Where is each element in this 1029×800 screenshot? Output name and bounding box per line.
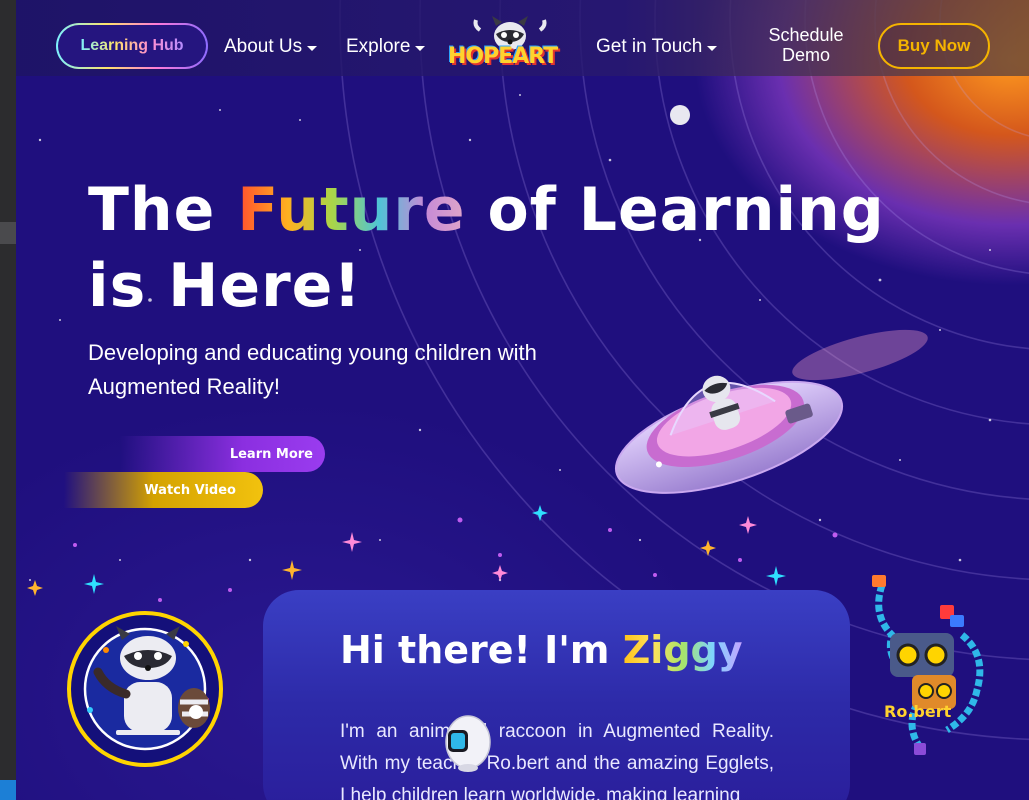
watch-video-button[interactable]: Watch Video	[64, 472, 263, 508]
schedule-line1: Schedule	[768, 25, 844, 45]
ziggy-avatar-badge[interactable]	[66, 610, 224, 768]
nav-about-label: About Us	[224, 36, 303, 57]
buy-now-button[interactable]: Buy Now	[878, 23, 990, 69]
hero-title-line2: is Here!	[88, 251, 362, 321]
watch-video-label: Watch Video	[144, 482, 236, 498]
hero-title-the: The	[88, 175, 216, 245]
learning-hub-button[interactable]: Learning Hub	[56, 23, 208, 69]
learning-hub-label: Learning Hub	[80, 37, 184, 54]
schedule-line2: Demo	[781, 45, 830, 65]
hero-subtitle: Developing and educating young children …	[88, 340, 537, 399]
hopeart-logo[interactable]: HOPEART	[446, 14, 578, 74]
learn-more-label: Learn More	[229, 446, 313, 462]
schedule-demo-link[interactable]: Schedule Demo	[756, 25, 856, 65]
caret-down-icon	[415, 45, 426, 51]
ziggy-title-prefix: Hi there! I'm	[340, 628, 610, 672]
caret-down-icon	[307, 45, 318, 51]
nav-explore[interactable]: Explore	[346, 36, 426, 58]
robert-label: Ro.bert	[884, 702, 952, 721]
nav-get-in-touch-label: Get in Touch	[596, 36, 703, 57]
ziggy-name: Ziggy	[622, 628, 743, 672]
robert-robot-illustration	[872, 575, 984, 755]
nav-about-us[interactable]: About Us	[224, 36, 318, 58]
ziggy-card-title: Hi there! I'm Ziggy	[340, 628, 743, 672]
egglet-robot-icon	[445, 715, 491, 772]
nav-explore-label: Explore	[346, 36, 411, 57]
edge-marker	[0, 222, 16, 244]
hero-title: The Future of Learning is Here!	[88, 172, 908, 324]
logo-text: HOPEART	[448, 44, 558, 69]
spaceship-raccoon-illustration	[614, 375, 844, 494]
edge-taskbar	[0, 780, 16, 800]
learn-more-button[interactable]: Learn More	[120, 436, 325, 472]
buy-now-label: Buy Now	[897, 36, 971, 55]
hero-title-rest: of Learning	[487, 175, 885, 245]
browser-edge	[0, 0, 16, 800]
top-nav: Learning Hub About Us Explore HOPEART Ge…	[16, 0, 1029, 76]
nav-get-in-touch[interactable]: Get in Touch	[596, 36, 718, 58]
ziggy-card-body: I'm an animated raccoon in Augmented Rea…	[340, 721, 774, 800]
hero-title-future: Future	[237, 175, 466, 245]
ziggy-intro-card: Hi there! I'm Ziggy I'm an animated racc…	[263, 590, 850, 800]
caret-down-icon	[707, 45, 718, 51]
